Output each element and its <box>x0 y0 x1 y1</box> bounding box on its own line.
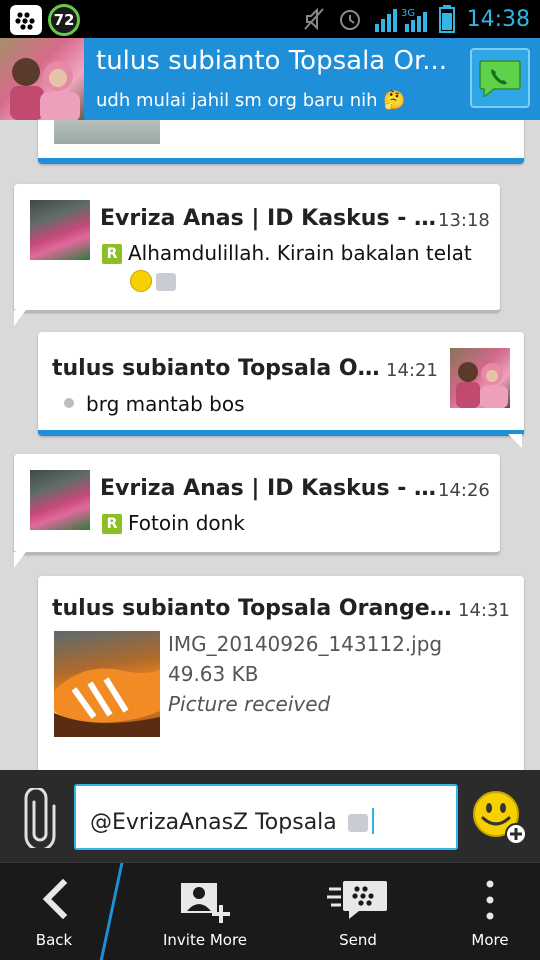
message-text: brg mantab bos <box>64 392 245 416</box>
back-arrow-icon <box>42 879 68 919</box>
message-bubble-sent[interactable]: tulus subianto Topsala Orange (44) 14:31… <box>38 576 524 770</box>
message-body: brg mantab bos <box>86 392 245 416</box>
message-text: R Alhamdulillah. Kirain bakalan telat <box>102 241 472 265</box>
mute-icon <box>303 7 324 31</box>
thumbs-up-icon <box>347 814 368 832</box>
message-bubble-sent[interactable]: tulus subianto Topsala Ora... 14:21 brg … <box>38 332 524 436</box>
send-label: Send <box>339 931 377 949</box>
clock: 14:38 <box>466 6 530 32</box>
overflow-menu-icon <box>486 880 494 920</box>
own-avatar[interactable] <box>450 348 510 408</box>
message-time: 14:31 <box>458 600 510 621</box>
message-time: 14:26 <box>438 480 490 501</box>
invite-more-label: Invite More <box>162 931 248 949</box>
message-composer: @EvrizaAnasZ Topsala <box>0 770 540 862</box>
invite-contact-icon <box>181 883 230 923</box>
attachment-file-name: IMG_20140926_143112.jpg <box>168 632 443 656</box>
signal-icon: 3G <box>374 8 427 32</box>
contact-name[interactable]: tulus subianto Topsala Or... <box>96 46 456 76</box>
sender-avatar[interactable] <box>30 200 90 260</box>
message-list[interactable]: Evriza Anas | ID Kaskus - ev... 13:18 RA… <box>0 120 540 770</box>
chat-header: tulus subianto Topsala Or... udh mulai j… <box>0 38 540 120</box>
action-bar: Back Invite More Send More <box>0 862 540 960</box>
sender-name: tulus subianto Topsala Ora... <box>52 356 382 381</box>
invite-more-button[interactable]: Invite More <box>140 863 270 960</box>
status-bar: 72 3G 14:38 <box>0 0 540 38</box>
network-type-label: 3G <box>401 8 415 19</box>
emoticon-row <box>130 270 176 292</box>
message-bubble-received[interactable]: Evriza Anas | ID Kaskus - ev... 14:26 RF… <box>14 454 500 554</box>
phone-icon <box>479 60 521 97</box>
sender-avatar[interactable] <box>30 470 90 530</box>
emoticon-picker-button[interactable] <box>470 788 528 846</box>
smiley-icon <box>130 270 152 292</box>
message-input-value: @EvrizaAnasZ Topsala <box>90 810 337 835</box>
bubble-tail <box>508 434 522 448</box>
send-bbm-icon <box>327 881 387 919</box>
thumbs-up-icon <box>156 273 176 291</box>
attachment-file-size: 49.63 KB <box>168 662 259 686</box>
sender-name: Evriza Anas | ID Kaskus - ev... <box>100 206 440 231</box>
send-button[interactable]: Send <box>298 863 418 960</box>
contact-avatar[interactable] <box>0 38 84 120</box>
message-body: Alhamdulillah. Kirain bakalan telat <box>128 241 472 265</box>
more-label: More <box>471 931 509 949</box>
more-menu-button[interactable]: More <box>440 863 540 960</box>
back-button[interactable]: Back <box>0 863 108 960</box>
voice-call-button[interactable] <box>470 48 530 108</box>
message-time: 14:21 <box>386 360 438 381</box>
bbm-chat-screen: 72 3G 14:38 tulus subianto Topsala Or...… <box>0 0 540 960</box>
add-emoticon-icon <box>473 791 527 845</box>
message-body: Fotoin donk <box>128 511 245 535</box>
read-receipt-icon: R <box>102 244 122 264</box>
message-text: R Fotoin donk <box>102 511 245 535</box>
battery-saver-badge: 72 <box>48 4 80 36</box>
bubble-tail <box>14 552 26 568</box>
attachment-status: Picture received <box>168 692 331 716</box>
text-cursor <box>371 808 374 834</box>
attachment-icon[interactable] <box>22 788 58 848</box>
message-time: 13:18 <box>438 210 490 231</box>
message-bubble-received[interactable]: Evriza Anas | ID Kaskus - ev... 13:18 RA… <box>14 184 500 312</box>
bubble-tail <box>14 310 26 326</box>
sender-name: Evriza Anas | ID Kaskus - ev... <box>100 476 440 501</box>
battery-icon <box>438 5 455 33</box>
bbm-notification-icon <box>10 5 42 35</box>
message-input[interactable]: @EvrizaAnasZ Topsala <box>74 784 458 850</box>
contact-status-message: udh mulai jahil sm org baru nih 🤔 <box>96 90 406 111</box>
message-bubble-sent[interactable] <box>38 120 524 164</box>
delivery-status-icon <box>64 398 74 408</box>
picture-thumbnail[interactable] <box>54 631 160 737</box>
image-thumbnail[interactable] <box>54 120 160 144</box>
sender-name: tulus subianto Topsala Orange (44) <box>52 596 452 621</box>
back-label: Back <box>35 931 73 949</box>
read-receipt-icon: R <box>102 514 122 534</box>
alarm-icon <box>339 10 360 30</box>
